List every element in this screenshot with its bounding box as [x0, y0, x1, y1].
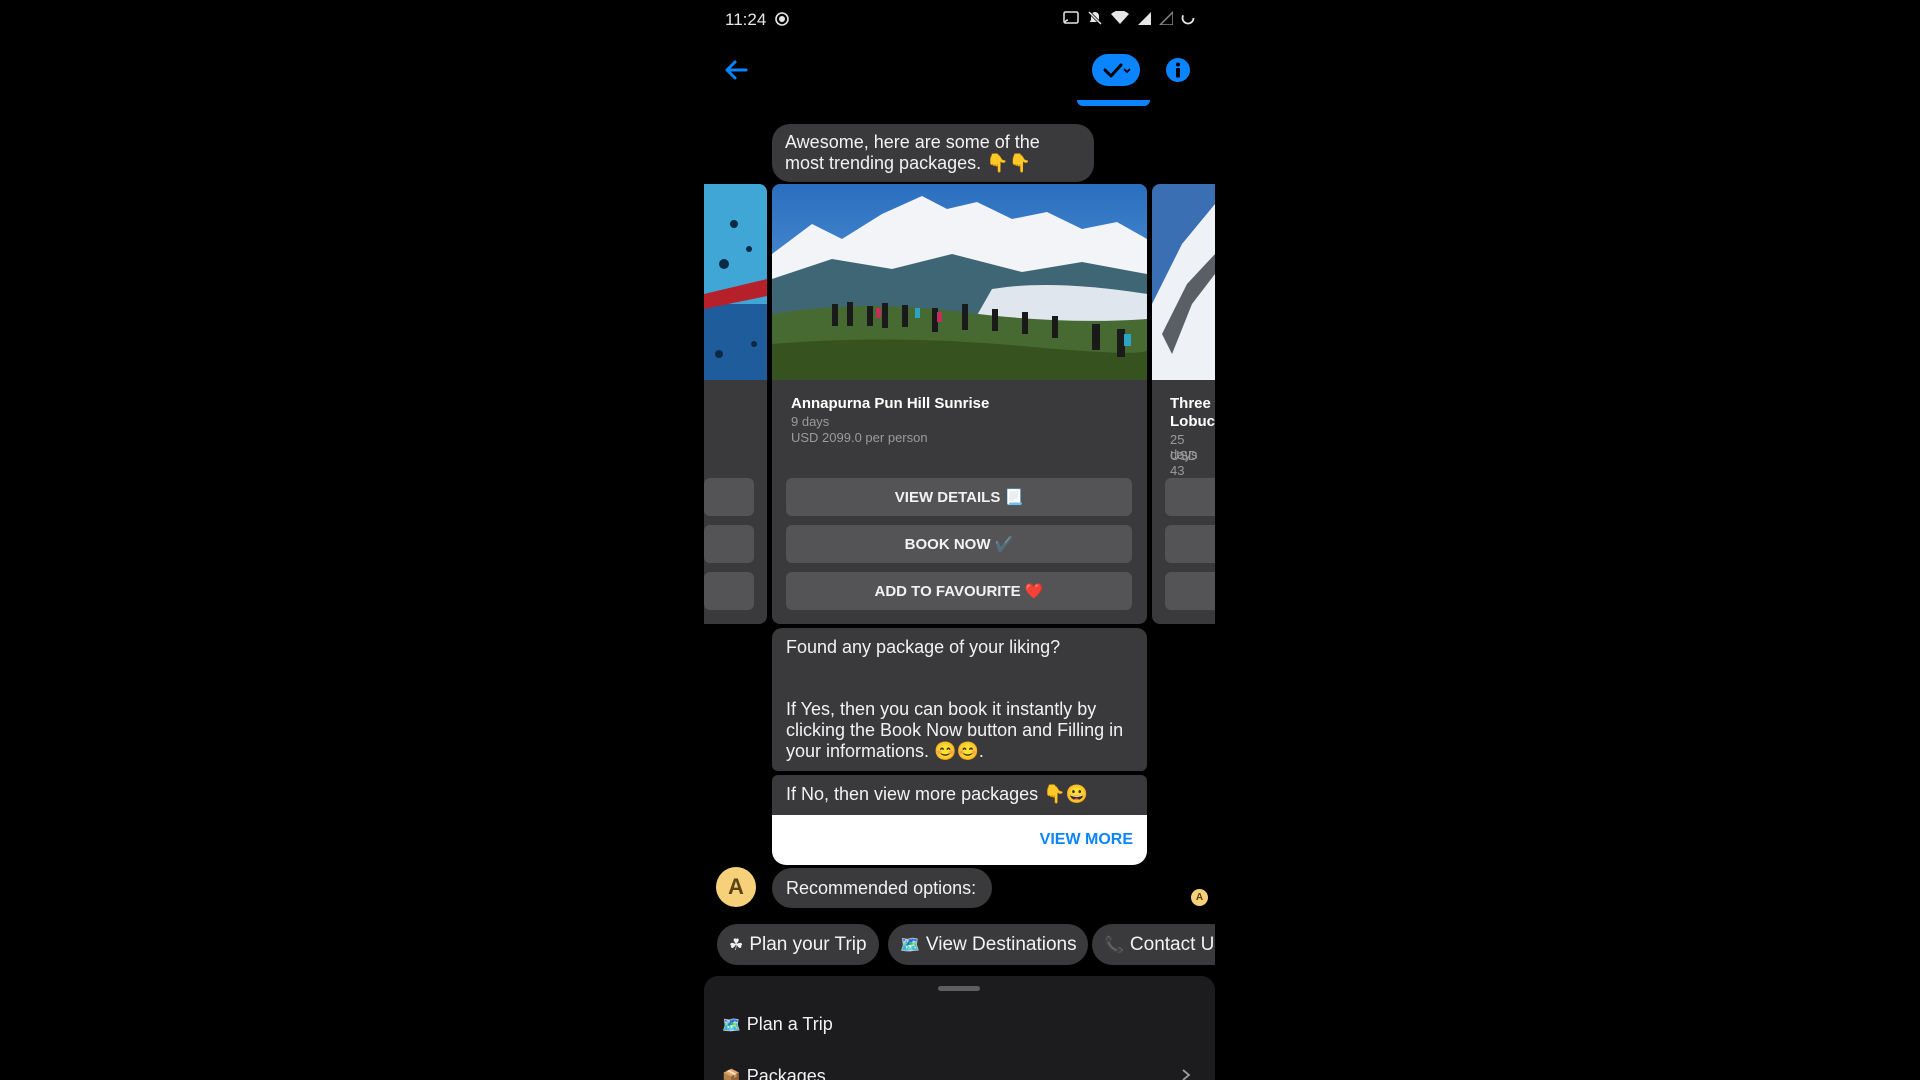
quick-reply-contact-us[interactable]: 📞 Contact Us: [1092, 924, 1215, 965]
wifi-icon: [1111, 11, 1129, 24]
next-package-price: USD 43: [1170, 448, 1198, 478]
quick-reply-label: Contact Us: [1129, 933, 1215, 955]
card-button-previous-2[interactable]: [704, 525, 754, 563]
bot-avatar: A: [716, 867, 756, 907]
persistent-menu-sheet: 🗺️ Plan a Trip 📦 Packages: [704, 976, 1215, 1080]
menu-item-packages[interactable]: 📦 Packages: [722, 1066, 826, 1080]
card-button-previous-1[interactable]: [704, 478, 754, 516]
read-receipt-avatar: A: [1191, 889, 1208, 906]
back-arrow-icon[interactable]: [720, 54, 752, 86]
quick-reply-plan-trip[interactable]: ☘ Plan your Trip: [717, 924, 879, 965]
signal-icon: [1138, 12, 1151, 25]
quick-reply-view-destinations[interactable]: 🗺️ View Destinations: [888, 924, 1088, 965]
card-image-annapurna: [772, 184, 1147, 380]
view-details-button[interactable]: VIEW DETAILS 📃: [786, 478, 1132, 516]
view-more-button[interactable]: VIEW MORE: [772, 815, 1147, 865]
status-icons: [1063, 10, 1195, 26]
card-image-previous: [704, 184, 767, 380]
package-duration: 9 days: [791, 414, 830, 429]
book-now-button[interactable]: BOOK NOW ✔️: [786, 525, 1132, 563]
message-if-no: If No, then view more packages 👇😀: [772, 775, 1147, 815]
phone-icon: 📞: [1104, 936, 1124, 954]
signal-empty-icon: [1159, 11, 1173, 25]
next-package-title-line2: Lobuch: [1170, 413, 1215, 430]
message-if-no-text: If No, then view more packages 👇😀: [786, 784, 1088, 804]
previous-message-edge: [1077, 100, 1150, 106]
status-time: 11:24: [725, 10, 767, 29]
menu-item-label: Plan a Trip: [746, 1014, 833, 1034]
package-icon: 📦: [722, 1068, 741, 1080]
package-card-annapurna[interactable]: Annapurna Pun Hill Sunrise 9 days USD 20…: [772, 184, 1147, 624]
carousel-card-previous[interactable]: [704, 184, 767, 624]
package-title: Annapurna Pun Hill Sunrise: [791, 395, 990, 412]
card-button-next-2[interactable]: [1165, 525, 1215, 563]
messenger-screen: 11:24 Awesome, here are some of the most…: [704, 0, 1215, 1080]
cast-icon: [1063, 11, 1079, 24]
chevron-right-icon: [1182, 1069, 1191, 1080]
message-intro-text: Awesome, here are some of the most trend…: [785, 132, 1040, 173]
quick-reply-label: Plan your Trip: [749, 933, 867, 955]
map-icon: 🗺️: [722, 1016, 741, 1034]
done-toggle-button[interactable]: [1092, 54, 1140, 86]
message-recommended: Recommended options:: [772, 868, 992, 908]
message-found-package: Found any package of your liking? If Yes…: [772, 628, 1147, 771]
map-icon: 🗺️: [900, 936, 920, 954]
package-price: USD 2099.0 per person: [791, 430, 928, 445]
carousel-card-next[interactable]: Three Lobuch 25 days USD 43: [1152, 184, 1215, 624]
info-icon[interactable]: [1165, 57, 1191, 83]
menu-item-label: Packages: [746, 1066, 826, 1080]
add-to-favourite-button[interactable]: ADD TO FAVOURITE ❤️: [786, 572, 1132, 610]
battery-icon: [1181, 11, 1195, 25]
card-button-next-1[interactable]: [1165, 478, 1215, 516]
message-if-yes-text: If Yes, then you can book it instantly b…: [786, 699, 1124, 761]
message-recommended-text: Recommended options:: [786, 878, 977, 898]
message-intro: Awesome, here are some of the most trend…: [772, 124, 1094, 182]
menu-item-plan-trip[interactable]: 🗺️ Plan a Trip: [722, 1014, 833, 1035]
message-found-text: Found any package of your liking?: [786, 637, 1061, 657]
record-icon: [775, 12, 789, 26]
sheet-grabber-handle[interactable]: [938, 986, 980, 991]
mute-icon: [1087, 10, 1103, 26]
checkmark-dropdown-icon: [1103, 63, 1131, 78]
card-button-previous-3[interactable]: [704, 572, 754, 610]
card-button-next-3[interactable]: [1165, 572, 1215, 610]
card-image-next: [1152, 184, 1215, 380]
next-package-title-line1: Three: [1170, 395, 1211, 412]
view-more-label: VIEW MORE: [1039, 831, 1133, 848]
shamrock-icon: ☘: [729, 936, 744, 954]
quick-reply-label: View Destinations: [925, 933, 1077, 955]
